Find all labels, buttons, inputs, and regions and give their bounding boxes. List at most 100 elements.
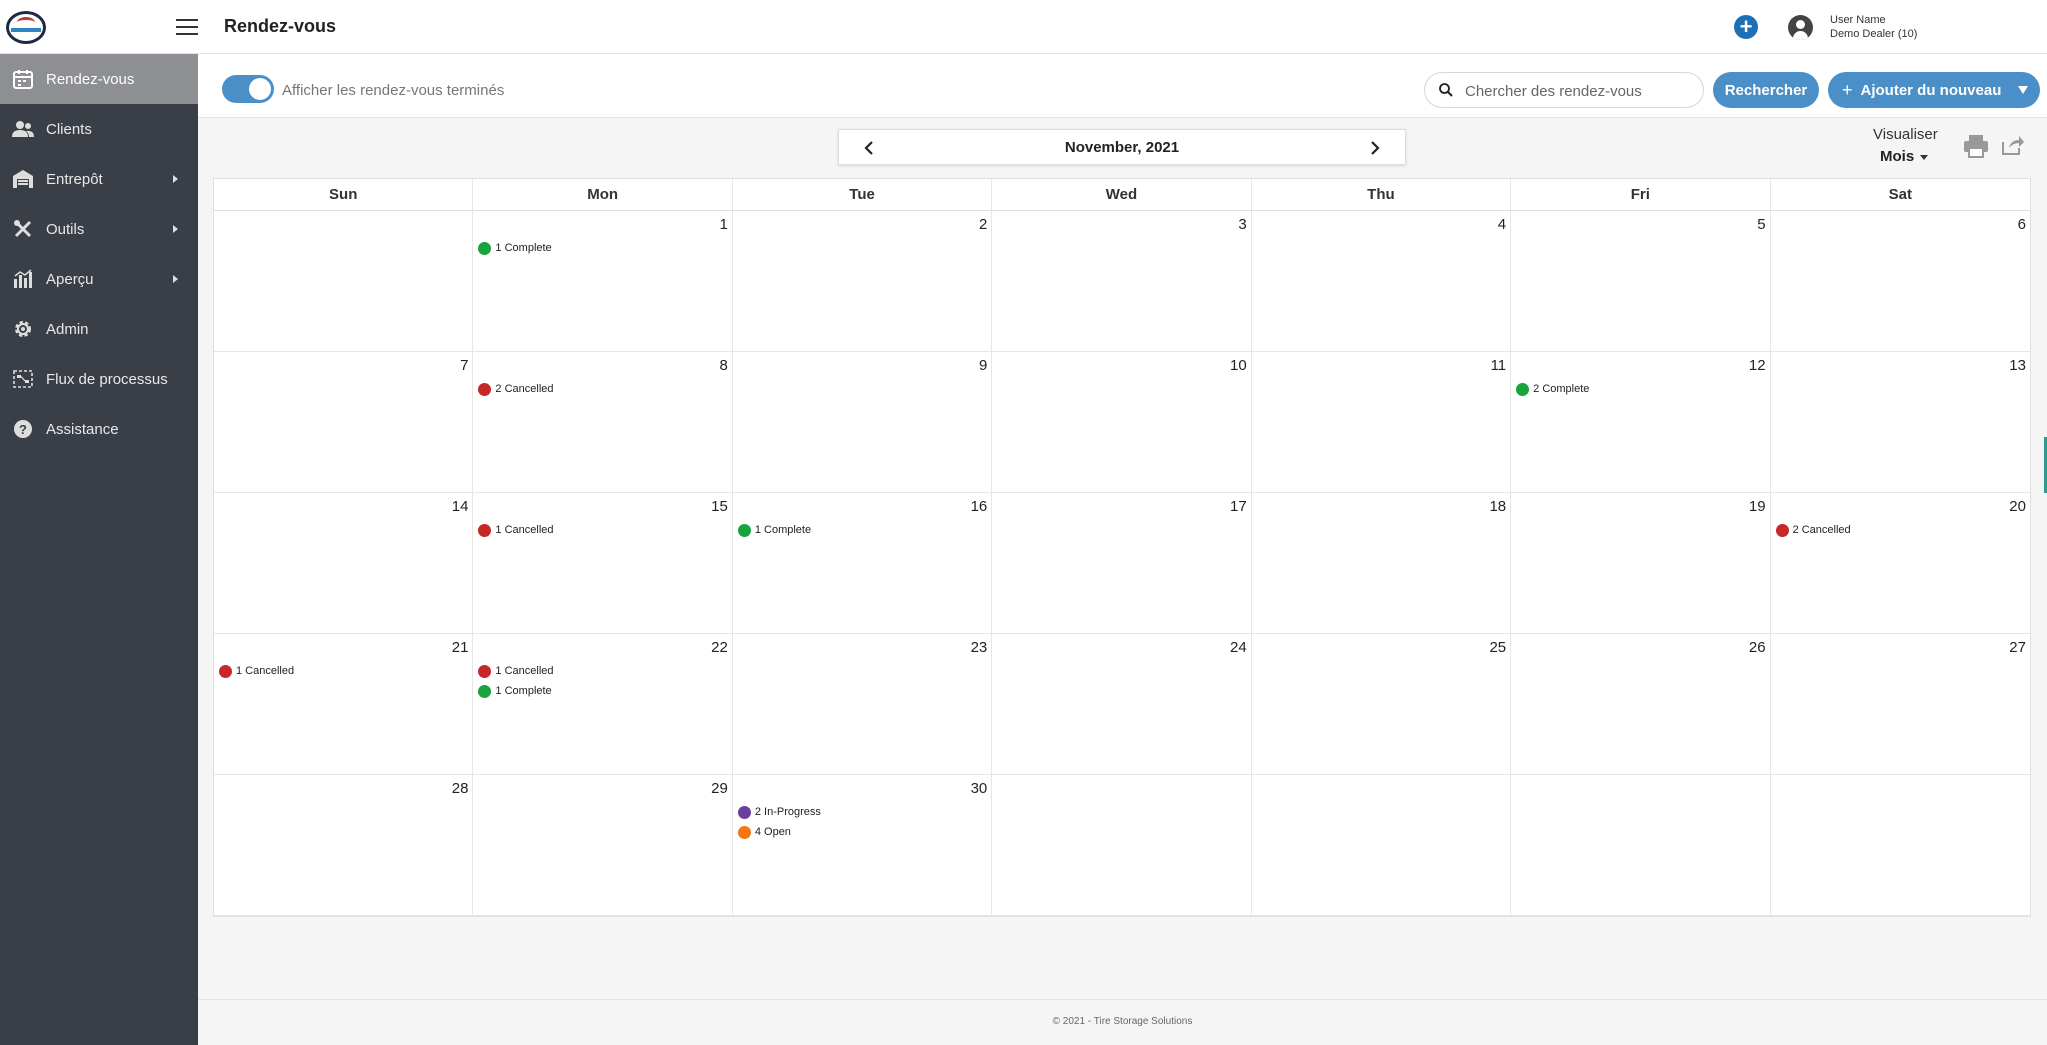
event-summary[interactable]: 1 Complete — [478, 681, 553, 701]
event-list: 2 Cancelled — [478, 379, 554, 399]
day-number: 4 — [1497, 216, 1507, 233]
calendar-day-cell[interactable]: 7 — [214, 352, 474, 493]
calendar-day-cell[interactable]: 10 — [992, 352, 1252, 493]
calendar-day-cell[interactable]: 11 — [1251, 352, 1512, 493]
event-summary[interactable]: 2 Complete — [1516, 379, 1589, 399]
calendar-day-cell[interactable]: 2 — [732, 211, 993, 352]
show-completed-toggle[interactable] — [222, 75, 274, 103]
calendar-day-cell[interactable]: 26 — [1511, 634, 1771, 775]
footer-text: © 2021 - Tire Storage Solutions — [1052, 1016, 1193, 1027]
day-number: 10 — [1230, 357, 1247, 374]
day-number: 21 — [451, 639, 469, 656]
weekday-label: Tue — [733, 179, 993, 211]
calendar-day-cell[interactable]: 12 2 Complete — [1511, 352, 1771, 493]
calendar-day-cell[interactable]: 21 1 Cancelled — [214, 634, 474, 775]
day-number: 29 — [711, 780, 728, 797]
event-list: 2 Cancelled — [1775, 520, 1851, 540]
menu-toggle-button[interactable] — [176, 19, 198, 35]
calendar-day-cell[interactable]: 15 1 Cancelled — [473, 493, 733, 634]
user-avatar-icon[interactable] — [1788, 15, 1813, 40]
calendar-day-cell[interactable]: 19 — [1511, 493, 1771, 634]
user-name[interactable]: User Name — [1830, 14, 1886, 26]
calendar-day-cell[interactable]: 20 2 Cancelled — [1770, 493, 2030, 634]
sidebar-item-apercu[interactable]: Aperçu — [0, 254, 198, 304]
calendar-day-cell[interactable]: 23 — [732, 634, 993, 775]
calendar-day-cell[interactable]: 18 — [1251, 493, 1512, 634]
search-box[interactable] — [1424, 72, 1704, 108]
day-number: 28 — [451, 780, 469, 797]
event-summary[interactable]: 1 Cancelled — [478, 520, 554, 540]
calendar-day-cell[interactable]: 13 — [1770, 352, 2030, 493]
status-dot-icon — [478, 664, 492, 678]
plus-icon: + — [1842, 79, 1853, 100]
calendar-day-cell[interactable]: 17 — [992, 493, 1252, 634]
search-input[interactable] — [1465, 79, 1695, 103]
calendar-day-cell[interactable]: 4 — [1251, 211, 1512, 352]
sidebar: Rendez-vous Clients Entrepôt Outils Aper… — [0, 54, 198, 1045]
view-select[interactable]: Mois — [1880, 148, 1929, 165]
status-dot-icon — [737, 805, 751, 819]
calendar-day-cell[interactable]: 14 — [214, 493, 474, 634]
day-number: 11 — [1490, 357, 1507, 374]
sidebar-item-outils[interactable]: Outils — [0, 204, 198, 254]
calendar-grid: 11 Complete 2 3 4 5 6 7 8 2 Cancelled 9 10 11 12 2 Co… — [214, 211, 2030, 916]
calendar-day-cell[interactable] — [1770, 775, 2030, 916]
dropdown-caret-icon[interactable] — [2018, 86, 2028, 94]
calendar-day-cell[interactable] — [1251, 775, 1512, 916]
add-new-button[interactable]: + Ajouter du nouveau — [1828, 72, 2040, 108]
view-label: Visualiser — [1873, 126, 1938, 143]
calendar-day-cell[interactable] — [992, 775, 1252, 916]
search-button[interactable]: Rechercher — [1713, 72, 1819, 108]
calendar-day-cell[interactable] — [214, 211, 474, 352]
export-icon[interactable] — [2001, 134, 2025, 156]
top-bar: Rendez-vous + User Name Demo Dealer (10) — [0, 0, 2047, 54]
calendar-day-cell[interactable]: 1 1 Complete — [473, 211, 733, 352]
chevron-right-icon — [173, 225, 178, 233]
event-summary[interactable]: 2 In-Progress — [737, 802, 821, 822]
event-summary[interactable]: 1 Cancelled — [219, 661, 294, 681]
sidebar-item-assistance[interactable]: ? Assistance — [0, 404, 198, 454]
chart-icon — [12, 268, 34, 290]
weekday-label: Sun — [214, 179, 474, 211]
status-dot-icon — [1516, 382, 1530, 396]
quick-add-icon[interactable]: + — [1734, 15, 1758, 39]
event-summary[interactable]: 2 Cancelled — [1775, 520, 1851, 540]
calendar-day-cell[interactable]: 25 — [1251, 634, 1512, 775]
calendar-day-cell[interactable]: 29 — [473, 775, 733, 916]
calendar-day-cell[interactable]: 3 — [992, 211, 1252, 352]
day-number: 12 — [1748, 357, 1766, 374]
calendar-day-cell[interactable]: 28 — [214, 775, 474, 916]
calendar-day-cell[interactable]: 5 — [1511, 211, 1771, 352]
hamburger-line — [176, 33, 198, 35]
company-logo[interactable] — [6, 11, 46, 44]
day-number: 27 — [2009, 639, 2026, 656]
calendar-day-cell[interactable]: 24 — [992, 634, 1252, 775]
toolbar: Afficher les rendez-vous terminés Recher… — [198, 54, 2047, 118]
calendar-day-cell[interactable]: 30 2 In-Progress 4 Open — [732, 775, 993, 916]
calendar-day-cell[interactable]: 6 — [1770, 211, 2030, 352]
calendar-day-cell[interactable]: 9 — [732, 352, 993, 493]
event-summary[interactable]: 1 Complete — [478, 238, 552, 258]
calendar-day-cell[interactable]: 22 1 Cancelled 1 Complete — [473, 634, 733, 775]
event-summary[interactable]: 1 Cancelled — [478, 661, 554, 681]
sidebar-item-entrepot[interactable]: Entrepôt — [0, 154, 198, 204]
event-label: 1 Complete — [495, 685, 552, 697]
event-summary[interactable]: 2 Cancelled — [478, 379, 554, 399]
print-icon[interactable] — [1963, 134, 1989, 158]
sidebar-item-admin[interactable]: Admin — [0, 304, 198, 354]
calendar-day-cell[interactable]: 27 — [1770, 634, 2030, 775]
sidebar-item-rendez-vous[interactable]: Rendez-vous — [0, 54, 198, 104]
calendar-day-cell[interactable] — [1511, 775, 1771, 916]
event-summary[interactable]: 1 Complete — [737, 520, 812, 540]
event-label: 2 Cancelled — [1792, 524, 1851, 536]
sidebar-item-flux-de-processus[interactable]: Flux de processus — [0, 354, 198, 404]
user-dealer[interactable]: Demo Dealer (10) — [1830, 28, 1917, 40]
sidebar-item-clients[interactable]: Clients — [0, 104, 198, 154]
event-summary[interactable]: 4 Open — [737, 822, 821, 842]
hamburger-line — [176, 19, 198, 21]
calendar-day-cell[interactable]: 8 2 Cancelled — [473, 352, 733, 493]
next-month-button[interactable] — [1365, 138, 1385, 158]
event-label: 1 Complete — [754, 524, 812, 536]
calendar-day-cell[interactable]: 16 1 Complete — [732, 493, 993, 634]
month-calendar: Sun Mon Tue Wed Thu Fri Sat 11 Complete 2 3 4 5 6 7 8… — [213, 178, 2031, 917]
